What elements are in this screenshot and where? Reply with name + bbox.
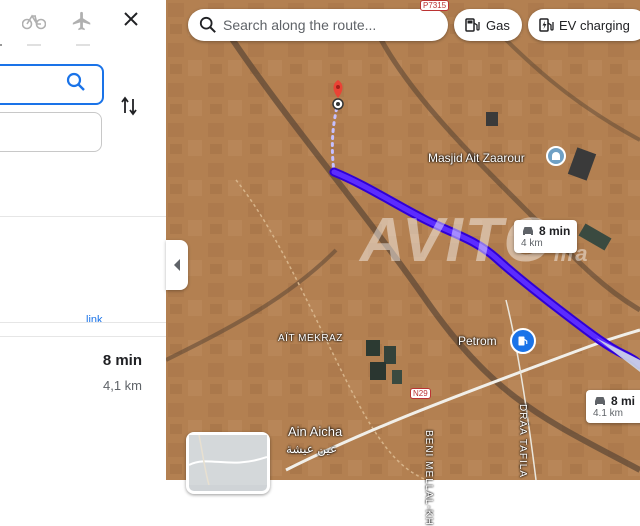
- swap-button[interactable]: [120, 95, 138, 122]
- callout-distance: 4.1 km: [593, 408, 624, 419]
- ev-chip-label: EV charging: [559, 17, 630, 33]
- route-search-input[interactable]: Search along the route...: [188, 9, 448, 41]
- search-icon: [199, 16, 216, 33]
- close-button[interactable]: [118, 6, 144, 32]
- mosque-icon: [552, 152, 560, 160]
- search-placeholder: Search along the route...: [223, 17, 377, 33]
- directions-panel: link 8 min 4,1 km: [0, 0, 167, 480]
- divider: [0, 322, 166, 323]
- swap-vert-icon: [121, 96, 137, 116]
- destination-input[interactable]: [0, 64, 104, 105]
- place-label-ain-aicha: Ain Aicha: [288, 424, 343, 439]
- bicycle-icon: [22, 14, 46, 30]
- route-time: 8 min: [102, 352, 142, 369]
- ev-charging-chip[interactable]: EV charging: [528, 9, 640, 41]
- origin-input[interactable]: [0, 112, 102, 152]
- car-icon: [523, 227, 533, 235]
- callout-distance: 4 km: [521, 238, 543, 249]
- divider-dot: [0, 44, 2, 46]
- route-callout[interactable]: 8 min 4 km: [514, 220, 578, 253]
- place-label-petrom: Petrom: [458, 334, 497, 348]
- route-distance: 4,1 km: [102, 378, 142, 393]
- chevron-left-icon: [174, 259, 180, 271]
- callout-time: 8 min: [539, 224, 571, 238]
- gas-pump-icon: [465, 18, 480, 32]
- place-label-ait-mekraz: AÏT MEKRAZ: [278, 333, 343, 344]
- place-label-ain-aicha-arabic: عين عيشة: [286, 442, 338, 456]
- divider: [0, 216, 166, 217]
- layers-button[interactable]: [186, 432, 270, 494]
- map-layer-thumbnail: [188, 434, 268, 486]
- mosque-poi[interactable]: [546, 146, 566, 166]
- road-shield: P7315: [420, 0, 450, 11]
- route-callout[interactable]: 8 mi 4.1 km: [586, 390, 640, 423]
- bicycle-mode-button[interactable]: [20, 8, 48, 34]
- gas-pump-icon: [518, 336, 528, 346]
- search-button[interactable]: [66, 72, 86, 97]
- car-icon: [595, 397, 605, 405]
- gas-station-poi[interactable]: [510, 328, 536, 354]
- close-icon: [124, 12, 138, 26]
- road-shield: N29: [410, 388, 431, 399]
- region-label: DRÂA TAFILA: [517, 404, 528, 478]
- region-label: BENI MELLAL-KH: [423, 430, 434, 526]
- gas-chip-label: Gas: [486, 17, 510, 33]
- callout-time: 8 mi: [611, 394, 636, 408]
- flight-mode-button[interactable]: [68, 8, 96, 34]
- details-link[interactable]: link: [86, 314, 103, 326]
- collapse-panel-button[interactable]: [166, 240, 188, 290]
- place-label-masjid: Masjid Ait Zaarour: [428, 151, 525, 165]
- ev-charging-icon: [539, 18, 554, 32]
- mode-underline: [27, 44, 41, 46]
- divider: [0, 336, 166, 337]
- flight-icon: [72, 11, 91, 31]
- search-icon: [66, 72, 85, 91]
- gas-chip[interactable]: Gas: [454, 9, 522, 41]
- mode-underline: [76, 44, 90, 46]
